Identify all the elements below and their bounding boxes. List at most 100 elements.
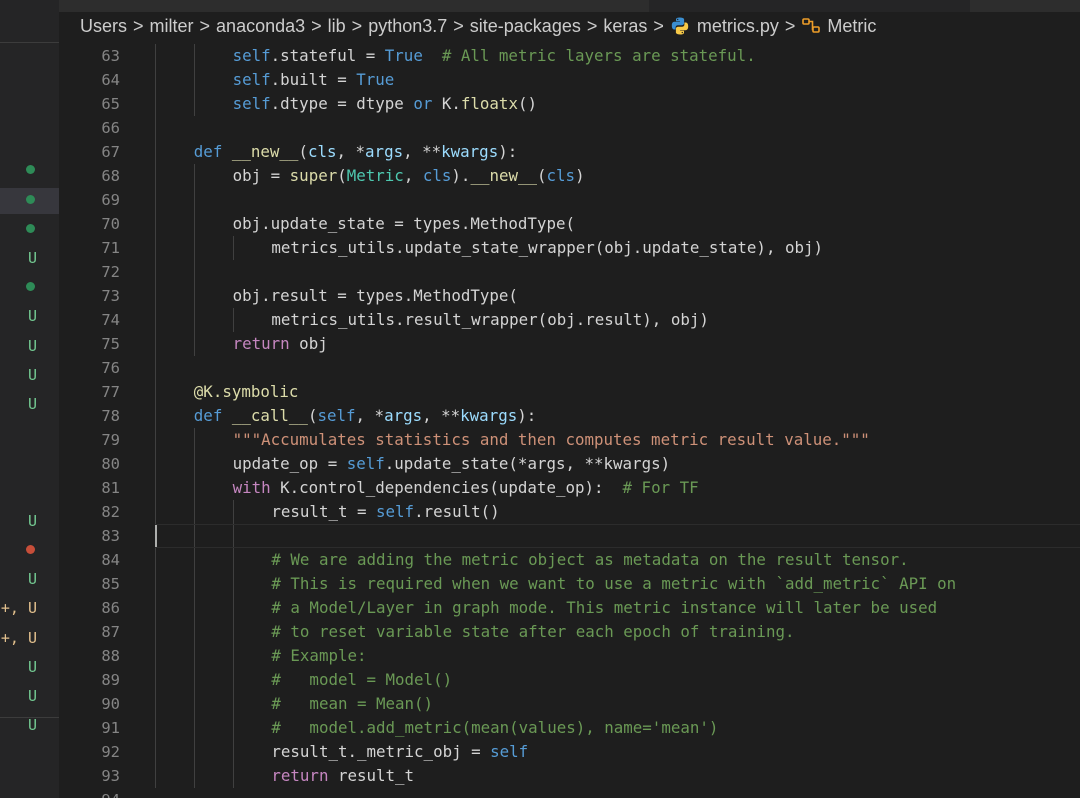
line-number: 88 [101,647,120,665]
code-token: # This is required when we want to use a… [271,574,957,593]
code-line[interactable]: obj.update_state = types.MethodType( [233,212,575,236]
code-line[interactable]: # a Model/Layer in graph mode. This metr… [271,596,937,620]
code-token: result_t._metric_obj = [271,742,491,761]
code-token: , ** [422,406,461,425]
code-token: Metric [346,166,404,185]
code-token: kwargs [460,406,518,425]
code-token: def [193,406,223,425]
code-editor[interactable]: 63 self.stateful = True # All metric laye… [59,42,1080,798]
code-line[interactable]: result_t = self.result() [271,500,499,524]
code-line[interactable]: # to reset variable state after each epo… [271,620,794,644]
code-line[interactable]: obj.result = types.MethodType( [233,284,518,308]
line-number: 68 [101,167,120,185]
code-line[interactable]: return obj [233,332,328,356]
code-token: . [270,46,281,65]
text-caret [155,525,157,547]
code-line[interactable]: metrics_utils.update_state_wrapper(obj.u… [271,236,823,260]
code-token: K.control_dependencies(update_op): [270,478,623,497]
line-number: 85 [101,575,120,593]
code-token: True [356,70,395,89]
explorer-divider-top [0,42,59,43]
code-token: obj.result = types.MethodType( [232,286,518,305]
line-number: 65 [101,95,120,113]
code-token: """Accumulates statistics and then compu… [232,430,870,449]
line-number: 80 [101,455,120,473]
code-token: floatx [460,94,518,113]
line-number: 84 [101,551,120,569]
tab-background [59,0,649,12]
line-number: 79 [101,431,120,449]
code-line[interactable]: with K.control_dependencies(update_op): … [233,476,699,500]
code-token: return [271,766,329,785]
tab-background-right [970,0,1080,12]
code-token: update_op = [232,454,347,473]
line-number: 67 [101,143,120,161]
git-status-badge: U [27,365,37,384]
line-number: 75 [101,335,120,353]
breadcrumb-label: python3.7 [368,15,448,36]
code-line[interactable]: # We are adding the metric object as met… [271,548,908,572]
line-number: 78 [101,407,120,425]
code-token: ): [517,406,537,425]
code-token: , ** [403,142,442,161]
code-token: with [232,478,271,497]
code-token: , * [355,406,385,425]
code-line[interactable]: self.built = True [233,68,395,92]
code-line[interactable]: self.dtype = dtype or K.floatx() [233,92,537,116]
line-number: 91 [101,719,120,737]
code-token: self [232,70,271,89]
code-line[interactable]: self.stateful = True # All metric layers… [233,44,756,68]
breadcrumb-label: lib [327,15,346,36]
code-token: args [384,406,423,425]
code-token: True [384,46,423,65]
code-token: __call__ [231,406,308,425]
code-line[interactable]: # model = Model() [271,668,452,692]
code-line[interactable]: update_op = self.update_state(*args, **k… [233,452,671,476]
code-token: , [403,166,423,185]
code-token: , * [336,142,366,161]
git-status-dot-icon [26,165,35,175]
explorer-panel: UUUUUUU9+, U9+, UUUU [0,0,59,798]
code-token: obj.update_state = types.MethodType( [232,214,575,233]
breadcrumb-label: milter [149,15,194,36]
git-status-badge: U [27,336,37,355]
line-number: 70 [101,215,120,233]
line-number: 90 [101,695,120,713]
code-token: self [232,94,271,113]
code-line[interactable]: def __new__(cls, *args, **kwargs): [194,140,517,164]
current-line-highlight [155,524,1080,548]
code-token: __new__ [470,166,538,185]
indent-guide [232,308,234,332]
code-line[interactable]: return result_t [271,764,414,788]
code-token: cls [307,142,337,161]
line-number: 73 [101,287,120,305]
code-line[interactable]: obj = super(Metric, cls).__new__(cls) [233,164,585,188]
indent-guide [193,428,195,788]
code-token: ) [575,166,585,185]
code-line[interactable]: @K.symbolic [194,380,299,404]
breadcrumb-label: keras [603,15,648,36]
code-line[interactable]: # model.add_metric(mean(values), name='m… [271,716,718,740]
git-status-dot-icon [26,194,35,204]
code-line[interactable]: """Accumulates statistics and then compu… [233,428,870,452]
code-line[interactable]: metrics_utils.result_wrapper(obj.result)… [271,308,708,332]
code-line[interactable]: def __call__(self, *args, **kwargs): [194,404,536,428]
code-line[interactable]: # Example: [271,644,366,668]
line-number: 93 [101,767,120,785]
line-number: 76 [101,359,120,377]
code-token: self [376,502,415,521]
line-number: 69 [101,191,120,209]
code-token: # mean = Mean() [271,694,434,713]
code-token: # model.add_metric(mean(values), name='m… [271,718,719,737]
code-token: metrics_utils.update_state_wrapper(obj.u… [271,238,824,257]
code-token: self [346,454,385,473]
code-line[interactable]: # mean = Mean() [271,692,433,716]
code-token: args [365,142,404,161]
code-line[interactable]: # This is required when we want to use a… [271,572,956,596]
line-number: 83 [101,527,120,545]
code-token: # model = Model() [271,670,453,689]
code-token: obj [289,334,328,353]
git-status-badge: U [27,249,37,267]
code-line[interactable]: result_t._metric_obj = self [271,740,528,764]
